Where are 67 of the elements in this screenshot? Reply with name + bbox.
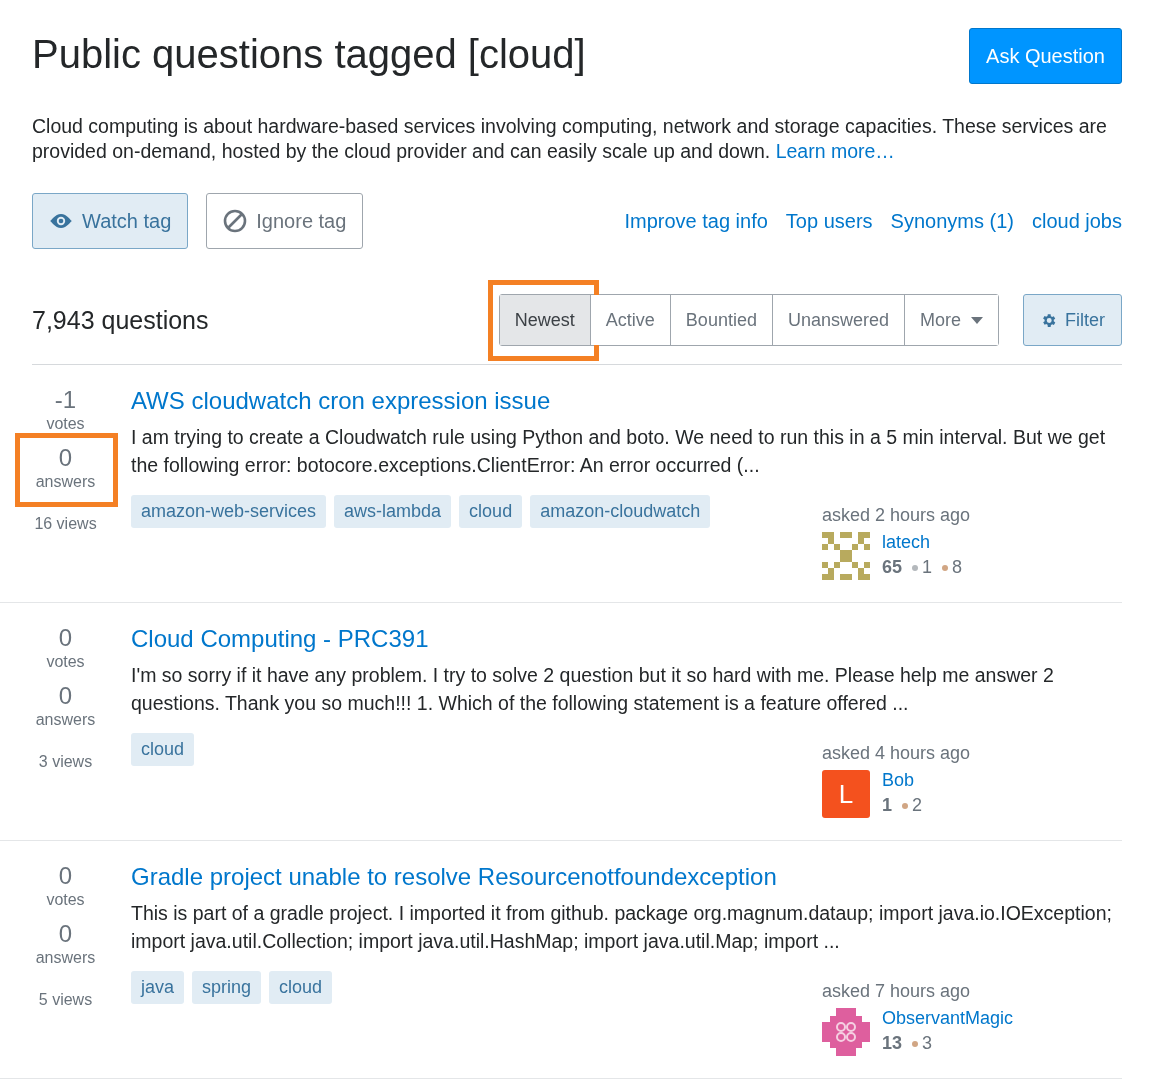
tag-info-link[interactable]: cloud jobs: [1031, 209, 1122, 233]
asked-time: asked 7 hours ago: [822, 981, 972, 1002]
tag-chip[interactable]: cloud: [131, 733, 195, 766]
filter-button[interactable]: Filter: [1023, 294, 1122, 346]
reputation-score: 1: [882, 795, 892, 816]
asked-time: asked 4 hours ago: [822, 743, 972, 764]
tag-chip[interactable]: cloud: [269, 971, 333, 1004]
badge-count: 2: [912, 795, 923, 816]
page-title: Public questions tagged [cloud]: [32, 32, 586, 77]
vote-count: 0: [57, 623, 74, 653]
badge-count: 8: [952, 557, 963, 578]
ask-question-button[interactable]: Ask Question: [969, 28, 1122, 84]
tag-chip[interactable]: java: [131, 971, 185, 1004]
user-name-link[interactable]: ObservantMagic: [882, 1008, 1014, 1029]
tag-chip[interactable]: amazon-web-services: [131, 495, 327, 528]
answers-label: answers: [34, 473, 97, 491]
user-name-link[interactable]: Bob: [882, 770, 923, 791]
asked-time: asked 2 hours ago: [822, 505, 972, 526]
sort-tab[interactable]: More: [904, 295, 998, 345]
tag-info-link[interactable]: Top users: [785, 209, 873, 233]
votes-label: votes: [45, 653, 86, 671]
tag-chip[interactable]: amazon-cloudwatch: [530, 495, 711, 528]
vote-count: -1: [53, 385, 78, 415]
answer-count: 0: [57, 443, 74, 473]
reputation-score: 13: [882, 1033, 903, 1054]
caret-icon: [971, 316, 983, 324]
answer-count: 0: [57, 681, 74, 711]
watch-tag-button[interactable]: Watch tag: [32, 193, 189, 249]
badge-dot-icon: [902, 802, 908, 809]
answer-count: 0: [57, 919, 74, 949]
eye-icon: [49, 213, 73, 229]
question-excerpt: This is part of a gradle project. I imported it from github. package org.magnum.dataup; import java.io.IOException; import java.util.Collection; import java.util.HashMap; import java.util.Map; import ...: [131, 901, 1113, 954]
badge-count: 3: [922, 1033, 933, 1054]
badge-dot-icon: [942, 564, 949, 571]
user-name-link[interactable]: latech: [882, 532, 963, 553]
answers-label: answers: [34, 949, 97, 967]
answers-label: answers: [34, 711, 97, 729]
tag-chip[interactable]: spring: [192, 971, 262, 1004]
learn-more-link[interactable]: Learn more…: [775, 140, 895, 162]
question-title-link[interactable]: AWS cloudwatch cron expression issue: [131, 387, 551, 415]
question-title-link[interactable]: Cloud Computing - PRC391: [131, 625, 429, 653]
question-title-link[interactable]: Gradle project unable to resolve Resourcenotfoundexception: [131, 863, 777, 891]
tag-chip[interactable]: cloud: [459, 495, 523, 528]
prohibited-icon: [223, 209, 248, 233]
sort-tab[interactable]: Newest: [499, 295, 590, 345]
view-count: 5 views: [38, 991, 93, 1009]
gear-icon: [1040, 311, 1057, 329]
view-count: 3 views: [38, 753, 93, 771]
tag-info-link[interactable]: Synonyms (1): [890, 209, 1014, 233]
votes-label: votes: [45, 415, 86, 433]
question-excerpt: I'm so sorry if it have any problem. I try to solve 2 question but it so hard with me. Please help me answer 2 questions. Thank you so much!!! 1. Which of the following statement is a feature offered ...: [131, 663, 1055, 716]
view-count: 16 views: [34, 515, 97, 533]
badge-dot-icon: [912, 564, 919, 571]
question-count: 7,943 questions: [32, 305, 210, 335]
user-avatar[interactable]: [822, 532, 870, 580]
tag-description: Cloud computing is about hardware-based services involving computing, network and storage capacities. These services are provided on-demand, hosted by the cloud provider and can easily scale up and down. Learn more…: [32, 114, 1108, 164]
user-avatar[interactable]: [822, 1008, 870, 1056]
vote-count: 0: [57, 861, 74, 891]
question-excerpt: I am trying to create a Cloudwatch rule using Python and boto. We need to run this in a 5 min interval. But we get the following error: botocore.exceptions.ClientError: An error occurred (...: [131, 425, 1107, 478]
badge-dot-icon: [912, 1040, 919, 1047]
reputation-score: 65: [882, 557, 903, 578]
votes-label: votes: [45, 891, 86, 909]
tag-chip[interactable]: aws-lambda: [334, 495, 452, 528]
user-avatar[interactable]: L: [822, 770, 870, 818]
ignore-tag-button[interactable]: Ignore tag: [206, 193, 364, 249]
badge-count: 1: [922, 557, 933, 578]
tag-info-link[interactable]: Improve tag info: [624, 209, 768, 233]
